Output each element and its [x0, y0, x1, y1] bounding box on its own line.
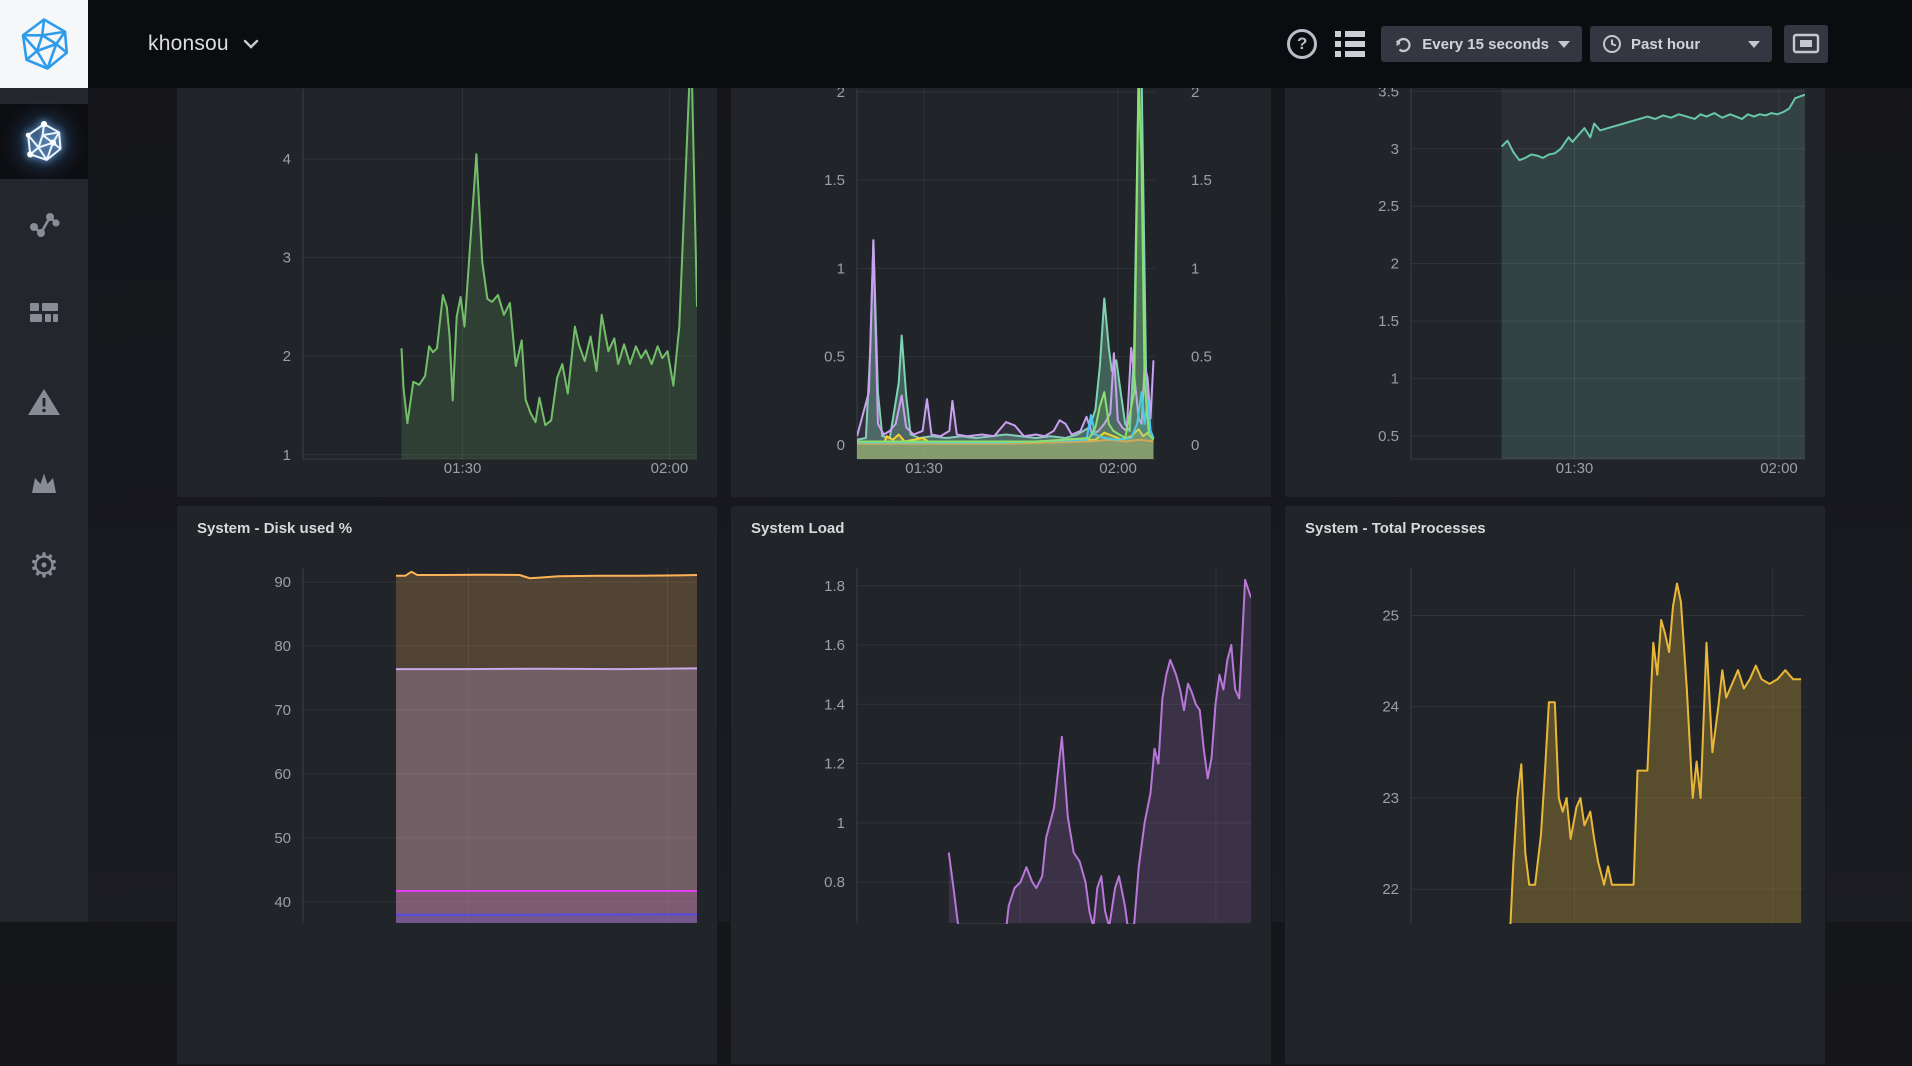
y-axis-label: 1.8 [824, 578, 845, 595]
y-axis-label-right: 1.5 [1191, 172, 1212, 189]
y-axis-label: 1 [1391, 371, 1399, 388]
sidebar-item-settings[interactable]: ⚙ [0, 538, 88, 594]
y-axis-label: 3 [283, 250, 291, 267]
playlist-icon[interactable] [1335, 31, 1365, 57]
refresh-icon [1393, 34, 1413, 54]
refresh-interval-button[interactable]: Every 15 seconds [1381, 26, 1582, 62]
series-fill-value [402, 41, 698, 459]
crown-icon [28, 470, 60, 496]
chart-5[interactable]: 1.8 1.6 1.4 1.2 1 0.8 [731, 506, 1273, 1066]
y-axis-label: 90 [274, 574, 291, 591]
x-axis-label: 02:00 [1099, 460, 1137, 477]
caret-down-icon [1748, 41, 1760, 48]
time-range-label: Past hour [1631, 36, 1700, 53]
warning-triangle-icon [27, 387, 61, 417]
y-axis-label: 2 [283, 348, 291, 365]
help-icon[interactable]: ? [1287, 29, 1317, 59]
app-logo[interactable] [0, 0, 88, 88]
x-axis-label: 01:30 [444, 460, 482, 477]
dashboard-grid: 4 3 2 1 01:30 02:00 22 1.5 1.5 1 1 0.5 0.5 0 0 01:30 02:… [88, 0, 1912, 922]
sidebar-item-home[interactable] [0, 104, 88, 179]
y-axis-label: 1 [283, 447, 291, 464]
sidebar-item-metrics[interactable] [0, 197, 88, 253]
y-axis-label: 60 [274, 766, 291, 783]
top-navbar: khonsou ? Every 15 seconds Past [88, 0, 1912, 88]
y-axis-label: 25 [1382, 607, 1399, 624]
y-axis-label: 1.5 [1378, 313, 1399, 330]
navbar-actions: ? Every 15 seconds Past hour [1287, 25, 1828, 63]
kiosk-mode-icon[interactable] [1784, 25, 1828, 63]
y-axis-label: 1.5 [824, 172, 845, 189]
y-axis-label: 23 [1382, 790, 1399, 807]
y-axis-label: 4 [283, 151, 291, 168]
series-fill-load [949, 580, 1251, 1001]
y-axis-label: 22 [1382, 881, 1399, 898]
y-axis-label: 50 [274, 830, 291, 847]
clock-icon [1602, 34, 1622, 54]
x-axis-label: 02:00 [651, 460, 689, 477]
sidebar: ⚙ [0, 0, 88, 922]
polyhedron-glow-icon [22, 120, 66, 164]
y-axis-label: 2.5 [1378, 198, 1399, 215]
y-axis-label: 80 [274, 638, 291, 655]
y-axis-label: 2 [1391, 256, 1399, 273]
series-fill-disk-2 [396, 668, 697, 923]
y-axis-label: 0.8 [824, 874, 845, 891]
time-range-button[interactable]: Past hour [1590, 26, 1772, 62]
chart-6[interactable]: 25 24 23 22 [1285, 506, 1827, 1066]
monitor-icon [1792, 32, 1820, 56]
dashboard-title: khonsou [148, 32, 229, 56]
y-axis-label-right: 0 [1191, 437, 1199, 454]
x-axis-label: 01:30 [905, 460, 943, 477]
panel-system-load: System Load1.81.61.41.210.8 [730, 505, 1272, 1065]
y-axis-label: 1.6 [824, 637, 845, 654]
y-axis-label: 0.5 [824, 349, 845, 366]
sidebar-item-alerts[interactable] [0, 374, 88, 430]
y-axis-label: 1.2 [824, 756, 845, 773]
series-fill-processes [1509, 584, 1801, 954]
x-axis-label: 01:30 [1556, 460, 1594, 477]
gear-icon: ⚙ [29, 549, 59, 583]
y-axis-label: 70 [274, 702, 291, 719]
panel-system-disk-used-: System - Disk used %908070605040 [176, 505, 718, 1065]
sidebar-item-dashboards[interactable] [0, 285, 88, 341]
grid-icon [29, 300, 59, 326]
y-axis-label-right: 0.5 [1191, 349, 1212, 366]
y-axis-label: 1.4 [824, 696, 845, 713]
y-axis-label: 0.5 [1378, 428, 1399, 445]
x-axis-label: 02:00 [1760, 460, 1798, 477]
dashboard-title-dropdown[interactable]: khonsou [148, 32, 259, 56]
y-axis-label: 0 [837, 437, 845, 454]
y-axis-label-right: 1 [1191, 260, 1199, 277]
sidebar-item-premium[interactable] [0, 455, 88, 511]
y-axis-label: 3 [1391, 141, 1399, 158]
chart-4[interactable]: 90 80 70 60 50 40 [177, 506, 719, 1066]
polyhedron-icon [16, 16, 72, 72]
panel-system-total-processes: System - Total Processes25242322 [1284, 505, 1826, 1065]
caret-down-icon [1558, 41, 1570, 48]
series-line-disk-2 [396, 668, 697, 669]
y-axis-label: 1 [837, 815, 845, 832]
y-axis-label: 40 [274, 894, 291, 911]
help-glyph: ? [1297, 34, 1307, 54]
y-axis-label: 1 [837, 260, 845, 277]
refresh-interval-label: Every 15 seconds [1422, 36, 1549, 53]
chevron-down-icon [243, 39, 259, 49]
y-axis-label: 24 [1382, 699, 1399, 716]
pulse-icon [28, 210, 60, 240]
